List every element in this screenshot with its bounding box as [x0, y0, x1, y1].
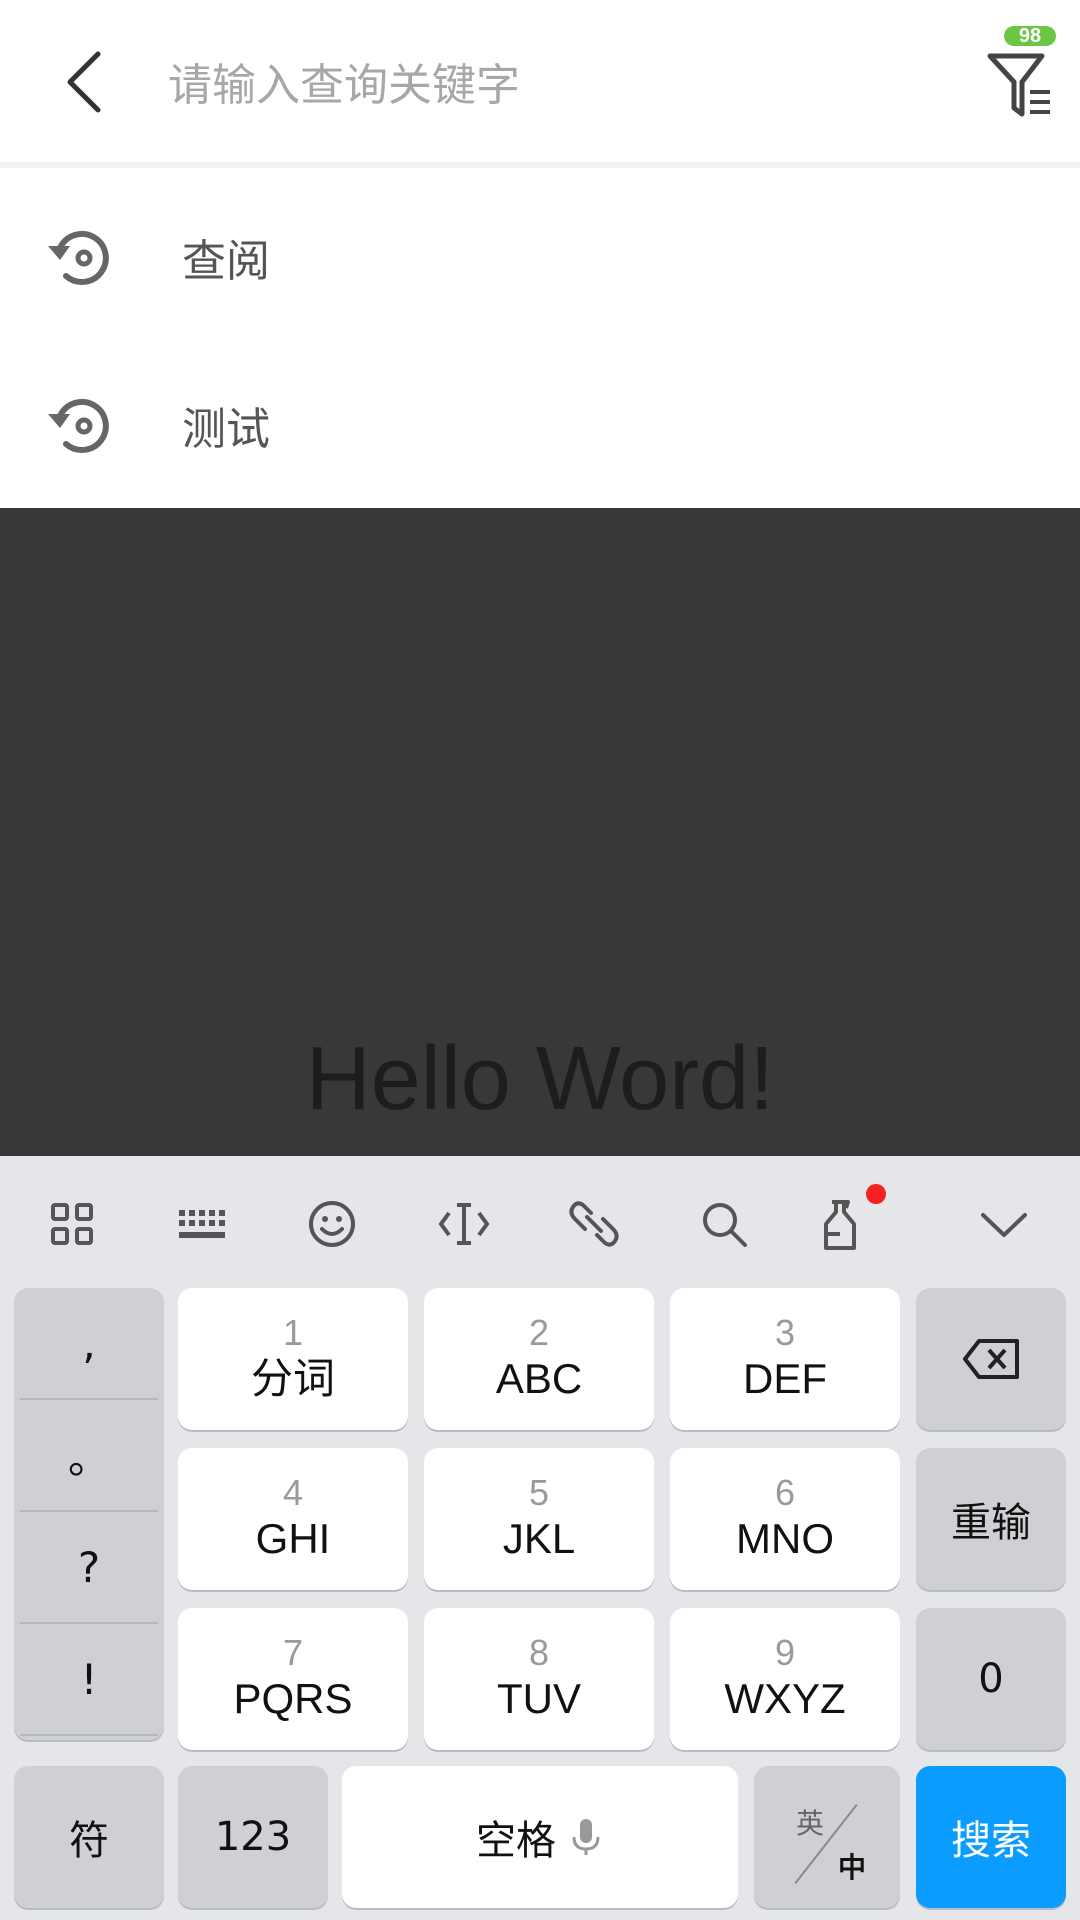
backspace-icon — [963, 1339, 1019, 1379]
filter-button[interactable]: 98 — [984, 24, 1056, 120]
history-item-label: 查阅 — [182, 236, 270, 287]
language-switch-key[interactable]: 英 中 — [754, 1766, 900, 1908]
space-key[interactable]: 空格 — [342, 1766, 738, 1908]
grid-icon[interactable] — [44, 1196, 100, 1252]
key-letters: MNO — [736, 1515, 834, 1562]
key-letters: DEF — [743, 1355, 827, 1402]
key-number: 3 — [774, 1312, 796, 1353]
punct-comma-key[interactable]: , — [20, 1288, 158, 1400]
punct-exclaim-key[interactable]: ! — [20, 1624, 158, 1736]
microphone-icon — [572, 1819, 600, 1855]
key-number: 2 — [528, 1312, 550, 1353]
punctuation-column: , 。 ? ! — [14, 1288, 164, 1740]
cursor-icon[interactable] — [436, 1196, 492, 1252]
soft-keyboard: , 。 ? ! 1 分词 2 ABC 3 DEF 4 GHI 5 JKL 6 M… — [0, 1156, 1080, 1920]
notification-dot — [866, 1184, 886, 1204]
symbols-key[interactable]: 符 — [14, 1766, 164, 1908]
hello-text: Hello Word! — [305, 1029, 775, 1129]
numbers-key[interactable]: 123 — [178, 1766, 328, 1908]
lang-zh-label: 中 — [838, 1851, 867, 1884]
key-2[interactable]: 2 ABC — [424, 1288, 654, 1430]
history-item[interactable]: 查阅 — [0, 174, 1080, 340]
lang-en-label: 英 — [796, 1807, 825, 1840]
key-letters: WXYZ — [724, 1675, 846, 1722]
key-4[interactable]: 4 GHI — [178, 1448, 408, 1590]
history-item-label: 测试 — [182, 404, 270, 455]
symbols-label: 符 — [69, 1818, 109, 1864]
link-icon[interactable] — [566, 1196, 622, 1252]
numbers-label: 123 — [214, 1814, 292, 1860]
emoji-icon[interactable] — [304, 1196, 360, 1252]
filter-badge: 98 — [1004, 26, 1056, 46]
key-letters: 分词 — [250, 1355, 335, 1402]
retype-label: 重输 — [951, 1500, 1031, 1546]
key-letters: TUV — [497, 1675, 581, 1722]
zero-label: 0 — [978, 1656, 1004, 1702]
key-number: 9 — [774, 1632, 796, 1673]
key-number: 6 — [774, 1472, 796, 1513]
key-number: 4 — [282, 1472, 304, 1513]
key-number: 5 — [528, 1472, 550, 1513]
key-letters: PQRS — [233, 1675, 353, 1722]
search-key-label: 搜索 — [951, 1818, 1031, 1864]
backspace-key[interactable] — [916, 1288, 1066, 1430]
key-number: 1 — [282, 1312, 304, 1353]
history-icon — [48, 230, 109, 285]
key-3[interactable]: 3 DEF — [670, 1288, 900, 1430]
search-header: 98 — [0, 0, 1080, 168]
bottle-icon[interactable] — [812, 1196, 868, 1252]
key-number: 7 — [282, 1632, 304, 1673]
key-5[interactable]: 5 JKL — [424, 1448, 654, 1590]
search-icon[interactable] — [696, 1196, 752, 1252]
back-button[interactable] — [52, 40, 116, 124]
space-label: 空格 — [476, 1818, 556, 1864]
retype-key[interactable]: 重输 — [916, 1448, 1066, 1590]
search-key[interactable]: 搜索 — [916, 1766, 1066, 1908]
key-letters: ABC — [495, 1355, 583, 1402]
punct-question-key[interactable]: ? — [20, 1512, 158, 1624]
keyboard-icon[interactable] — [174, 1196, 230, 1252]
content-overlay: Hello Word! — [0, 508, 1080, 1156]
key-6[interactable]: 6 MNO — [670, 1448, 900, 1590]
chevron-left-icon — [67, 51, 101, 113]
history-list: 查阅 测试 — [0, 174, 1080, 508]
search-input[interactable] — [168, 50, 948, 120]
keyboard-toolbar — [0, 1156, 1080, 1286]
key-0[interactable]: 0 — [916, 1608, 1066, 1750]
key-7[interactable]: 7 PQRS — [178, 1608, 408, 1750]
key-9[interactable]: 9 WXYZ — [670, 1608, 900, 1750]
key-letters: GHI — [255, 1515, 331, 1562]
key-1[interactable]: 1 分词 — [178, 1288, 408, 1430]
key-number: 8 — [528, 1632, 550, 1673]
collapse-chevron-icon[interactable] — [976, 1196, 1032, 1252]
key-letters: JKL — [502, 1515, 576, 1562]
history-item[interactable]: 测试 — [0, 342, 1080, 508]
punct-period-key[interactable]: 。 — [20, 1400, 158, 1512]
key-8[interactable]: 8 TUV — [424, 1608, 654, 1750]
history-icon — [48, 398, 109, 453]
